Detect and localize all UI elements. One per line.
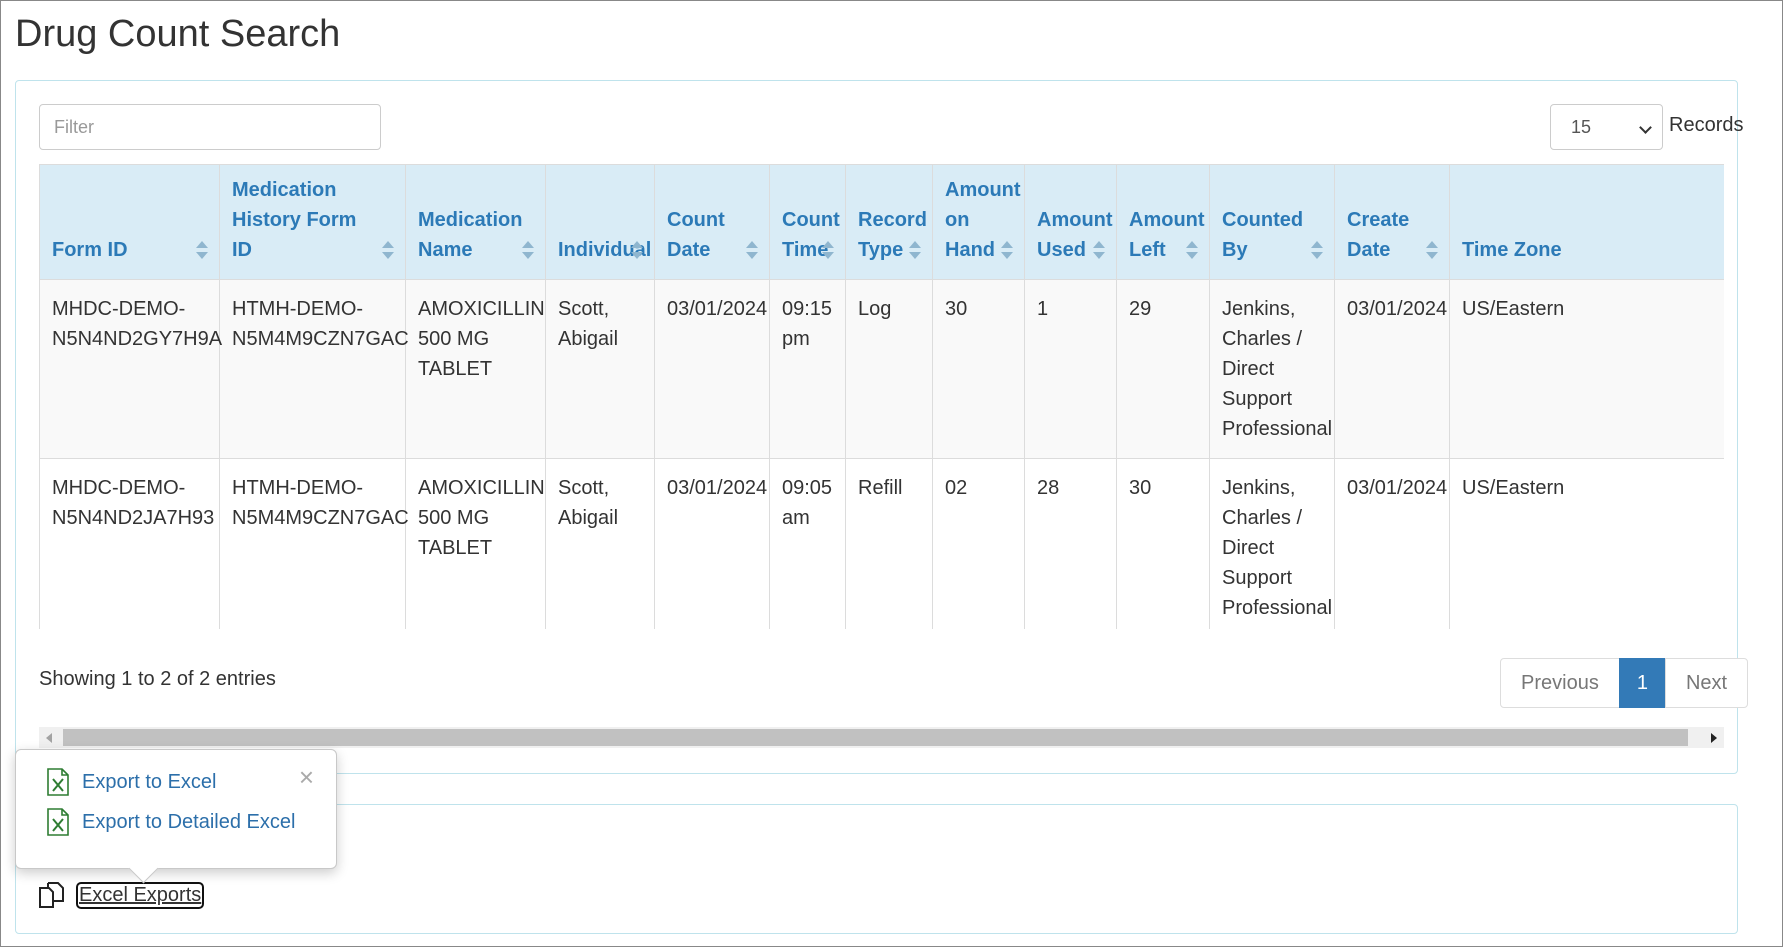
table-cell: 02 [932,458,1025,629]
entries-info: Showing 1 to 2 of 2 entries [39,668,276,690]
excel-file-icon [47,768,69,796]
table-cell: 03/01/2024 [1334,458,1450,629]
column-header-label: Create Date [1347,209,1410,261]
column-header[interactable]: Form ID [39,164,220,280]
drug-count-table: Form ID Medication History Form ID Medicat… [39,164,1724,629]
table-cell: 03/01/2024 [654,458,770,629]
table-cell: MHDC-DEMO-N5N4ND2JA7H93 [39,458,220,629]
sort-icon[interactable] [382,241,394,259]
column-header[interactable]: Time Zone [1449,164,1724,280]
table-cell: AMOXICILLIN 500 MG TABLET [405,458,546,629]
table-row: MHDC-DEMO-N5N4ND2JA7H93 HTMH-DEMO-N5M4M9C… [39,458,1724,629]
sort-icon[interactable] [1186,241,1198,259]
scroll-left-arrow-icon[interactable] [46,733,52,743]
sort-icon[interactable] [522,241,534,259]
sort-icon[interactable] [1001,241,1013,259]
column-header[interactable]: Medication History Form ID [219,164,406,280]
table-cell: Log [845,279,933,459]
column-header-label: Counted By [1222,209,1304,261]
column-header[interactable]: Individual [545,164,655,280]
scrollbar-thumb[interactable] [63,729,1688,746]
filter-input[interactable] [39,104,381,150]
records-selected-value: 15 [1571,117,1592,137]
next-page-button[interactable]: Next [1664,658,1749,708]
export-to-excel-item[interactable]: Export to Excel [46,768,217,796]
records-label: Records [1669,114,1744,136]
sort-icon[interactable] [746,241,758,259]
close-icon[interactable]: × [299,764,314,790]
column-header[interactable]: Amount Used [1024,164,1117,280]
horizontal-scrollbar[interactable] [39,727,1724,748]
sort-icon[interactable] [1093,241,1105,259]
export-to-excel-label: Export to Excel [82,770,217,793]
sort-icon[interactable] [196,241,208,259]
excel-exports-link[interactable]: Excel Exports [75,881,205,909]
sort-icon[interactable] [909,241,921,259]
column-header-label: Time Zone [1462,239,1562,261]
column-header-label: Form ID [52,239,128,261]
table-cell: 03/01/2024 [654,279,770,459]
table-cell: US/Eastern [1449,458,1724,629]
column-header[interactable]: Create Date [1334,164,1450,280]
table-cell: Refill [845,458,933,629]
column-header[interactable]: Counted By [1209,164,1335,280]
column-header[interactable]: Record Type [845,164,933,280]
export-to-detailed-excel-label: Export to Detailed Excel [82,810,296,833]
column-header-label: Medication History Form ID [232,179,357,261]
table-cell: 30 [1116,458,1210,629]
previous-page-button[interactable]: Previous [1500,658,1620,708]
table-header-row: Form ID Medication History Form ID Medicat… [39,164,1724,280]
results-panel: 15 Records Form ID Medication History For… [15,80,1749,774]
export-popover: × Export to Excel Export to Detailed Exc… [15,749,337,869]
table-cell: Scott, Abigail [545,279,655,459]
chevron-down-icon [1639,121,1652,134]
export-to-detailed-excel-item[interactable]: Export to Detailed Excel [46,808,295,836]
table-cell: Jenkins, Charles / Direct Support Profes… [1209,279,1335,459]
column-header[interactable]: Amount Left [1116,164,1210,280]
sort-icon[interactable] [1426,241,1438,259]
excel-file-icon [47,808,69,836]
column-header[interactable]: Count Time [769,164,846,280]
excel-exports-toggle: Excel Exports [38,881,205,909]
table-cell: AMOXICILLIN 500 MG TABLET [405,279,546,459]
table-row: MHDC-DEMO-N5N4ND2GY7H9A HTMH-DEMO-N5M4M9C… [39,279,1724,459]
table-body: MHDC-DEMO-N5N4ND2GY7H9A HTMH-DEMO-N5M4M9C… [39,279,1724,629]
page-title: Drug Count Search [15,13,341,55]
table-cell: US/Eastern [1449,279,1724,459]
column-header[interactable]: Amount on Hand [932,164,1025,280]
column-header[interactable]: Count Date [654,164,770,280]
column-header[interactable]: Medication Name [405,164,546,280]
table-cell: HTMH-DEMO-N5M4M9CZN7GAC [219,279,409,459]
table-cell: 29 [1116,279,1210,459]
pagination: Previous 1 Next [1500,658,1749,708]
column-header-label: Medication Name [418,209,523,261]
table-cell: 09:15 pm [769,279,846,459]
records-per-page-select[interactable]: 15 [1550,104,1663,150]
table-cell: Scott, Abigail [545,458,655,629]
sort-icon[interactable] [631,241,643,259]
table-cell: MHDC-DEMO-N5N4ND2GY7H9A [39,279,222,459]
sort-icon[interactable] [1311,241,1323,259]
column-header-label: Count Date [667,209,725,261]
sort-icon[interactable] [822,241,834,259]
table-cell: 28 [1024,458,1117,629]
scroll-right-arrow-icon[interactable] [1711,733,1717,743]
table-cell: 30 [932,279,1025,459]
table-cell: 03/01/2024 [1334,279,1450,459]
table-cell: HTMH-DEMO-N5M4M9CZN7GAC [219,458,409,629]
table-scroll-container: Form ID Medication History Form ID Medicat… [39,164,1724,629]
copy-icon [39,882,64,908]
table-cell: Jenkins, Charles / Direct Support Profes… [1209,458,1335,629]
table-cell: 09:05 am [769,458,846,629]
table-cell: 1 [1024,279,1117,459]
page-1-button[interactable]: 1 [1618,658,1666,708]
